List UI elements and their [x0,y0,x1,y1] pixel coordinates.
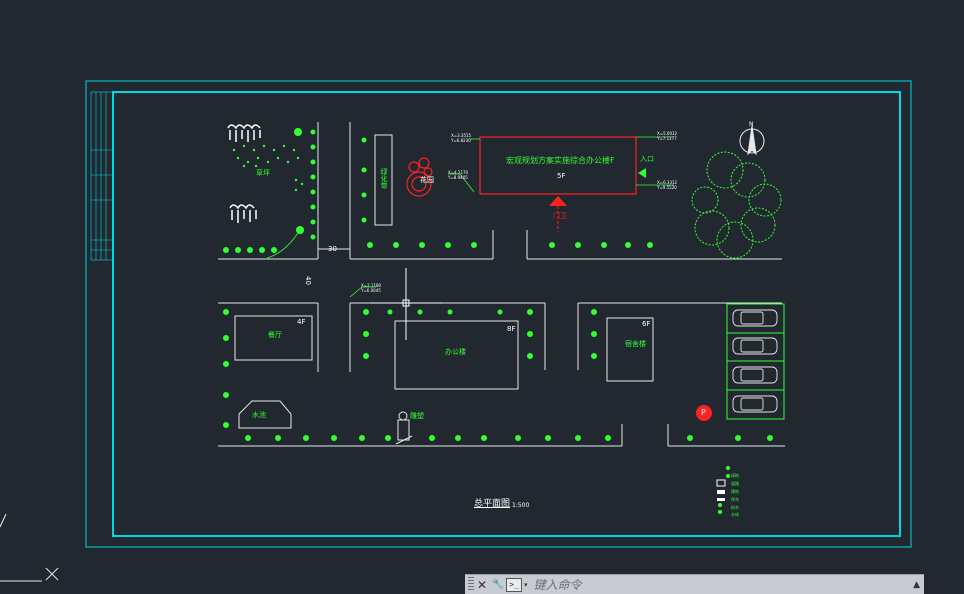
office-floor: 8F [507,325,516,333]
sculpture-label: 雕塑 [410,412,424,420]
close-icon[interactable]: ✕ [474,577,490,593]
wrench-icon[interactable]: 🔧 [490,577,506,593]
coord-label-3: X=5.0012 Y=7.1177 [657,131,678,141]
dorm-label: 宿舍楼 [625,340,646,348]
legend-item-3: 建筑 [731,489,739,494]
ucs-icon [0,513,59,582]
expand-history-icon[interactable]: ▲ [913,580,920,590]
command-line-bar: ✕ 🔧 >_ ▾ ▲ [465,574,924,594]
tree-cluster-icon [691,151,782,259]
legend-item-1: 绿地 [731,473,739,478]
lawn-label: 草坪 [256,169,270,177]
entrance-label: 入口 [640,155,654,163]
side-strip-label: 绿化带 [380,168,388,189]
restaurant-label: 餐厅 [268,331,282,339]
plan-title: 总平面图 [474,499,511,509]
coord-label-4: X=6.3312 Y=9.5520 [657,180,678,190]
road-width-label: 30 [328,245,337,253]
main-building-title: 宏观规划方案实施综合办公楼F [506,156,615,165]
crosshair-cursor [370,268,442,340]
dorm-floor: 6F [642,320,651,328]
legend-item-4: 停车 [731,497,739,502]
coord-label-1: X=3.3515 Y=6.8230 [451,133,472,143]
title-strip [90,91,114,261]
coord-label-2: X=4.2170 Y=8.9405 [448,170,469,180]
entrance-arrow-icon [549,196,567,206]
side-entrance-icon [638,168,646,178]
north-arrow-icon [739,125,765,156]
legend-item-2: 道路 [731,481,739,486]
main-building[interactable] [479,136,637,195]
chevron-down-icon[interactable]: ▾ [524,581,528,589]
parking-lot[interactable] [726,303,785,420]
pool-label: 水池 [252,411,266,419]
coord-label-5: X=2.1180 Y=6.0045 [361,283,382,293]
lawn-hatch [232,144,304,192]
road-width-v-label: 40 [304,276,312,285]
legend-swatches [716,479,726,501]
command-input[interactable] [533,577,874,592]
plan-scale: 1:500 [512,502,530,509]
office-label: 办公楼 [445,348,466,356]
parking-marker-label: P [701,408,706,417]
command-prompt-icon[interactable]: >_ [506,577,522,592]
restaurant-floor: 4F [297,318,306,326]
legend-item-6: 水体 [731,512,739,517]
main-building-floor: 5F [557,172,566,180]
guard-label: 门卫 [553,212,567,220]
north-label: N [749,121,754,128]
garden-label: 花园 [420,176,434,184]
